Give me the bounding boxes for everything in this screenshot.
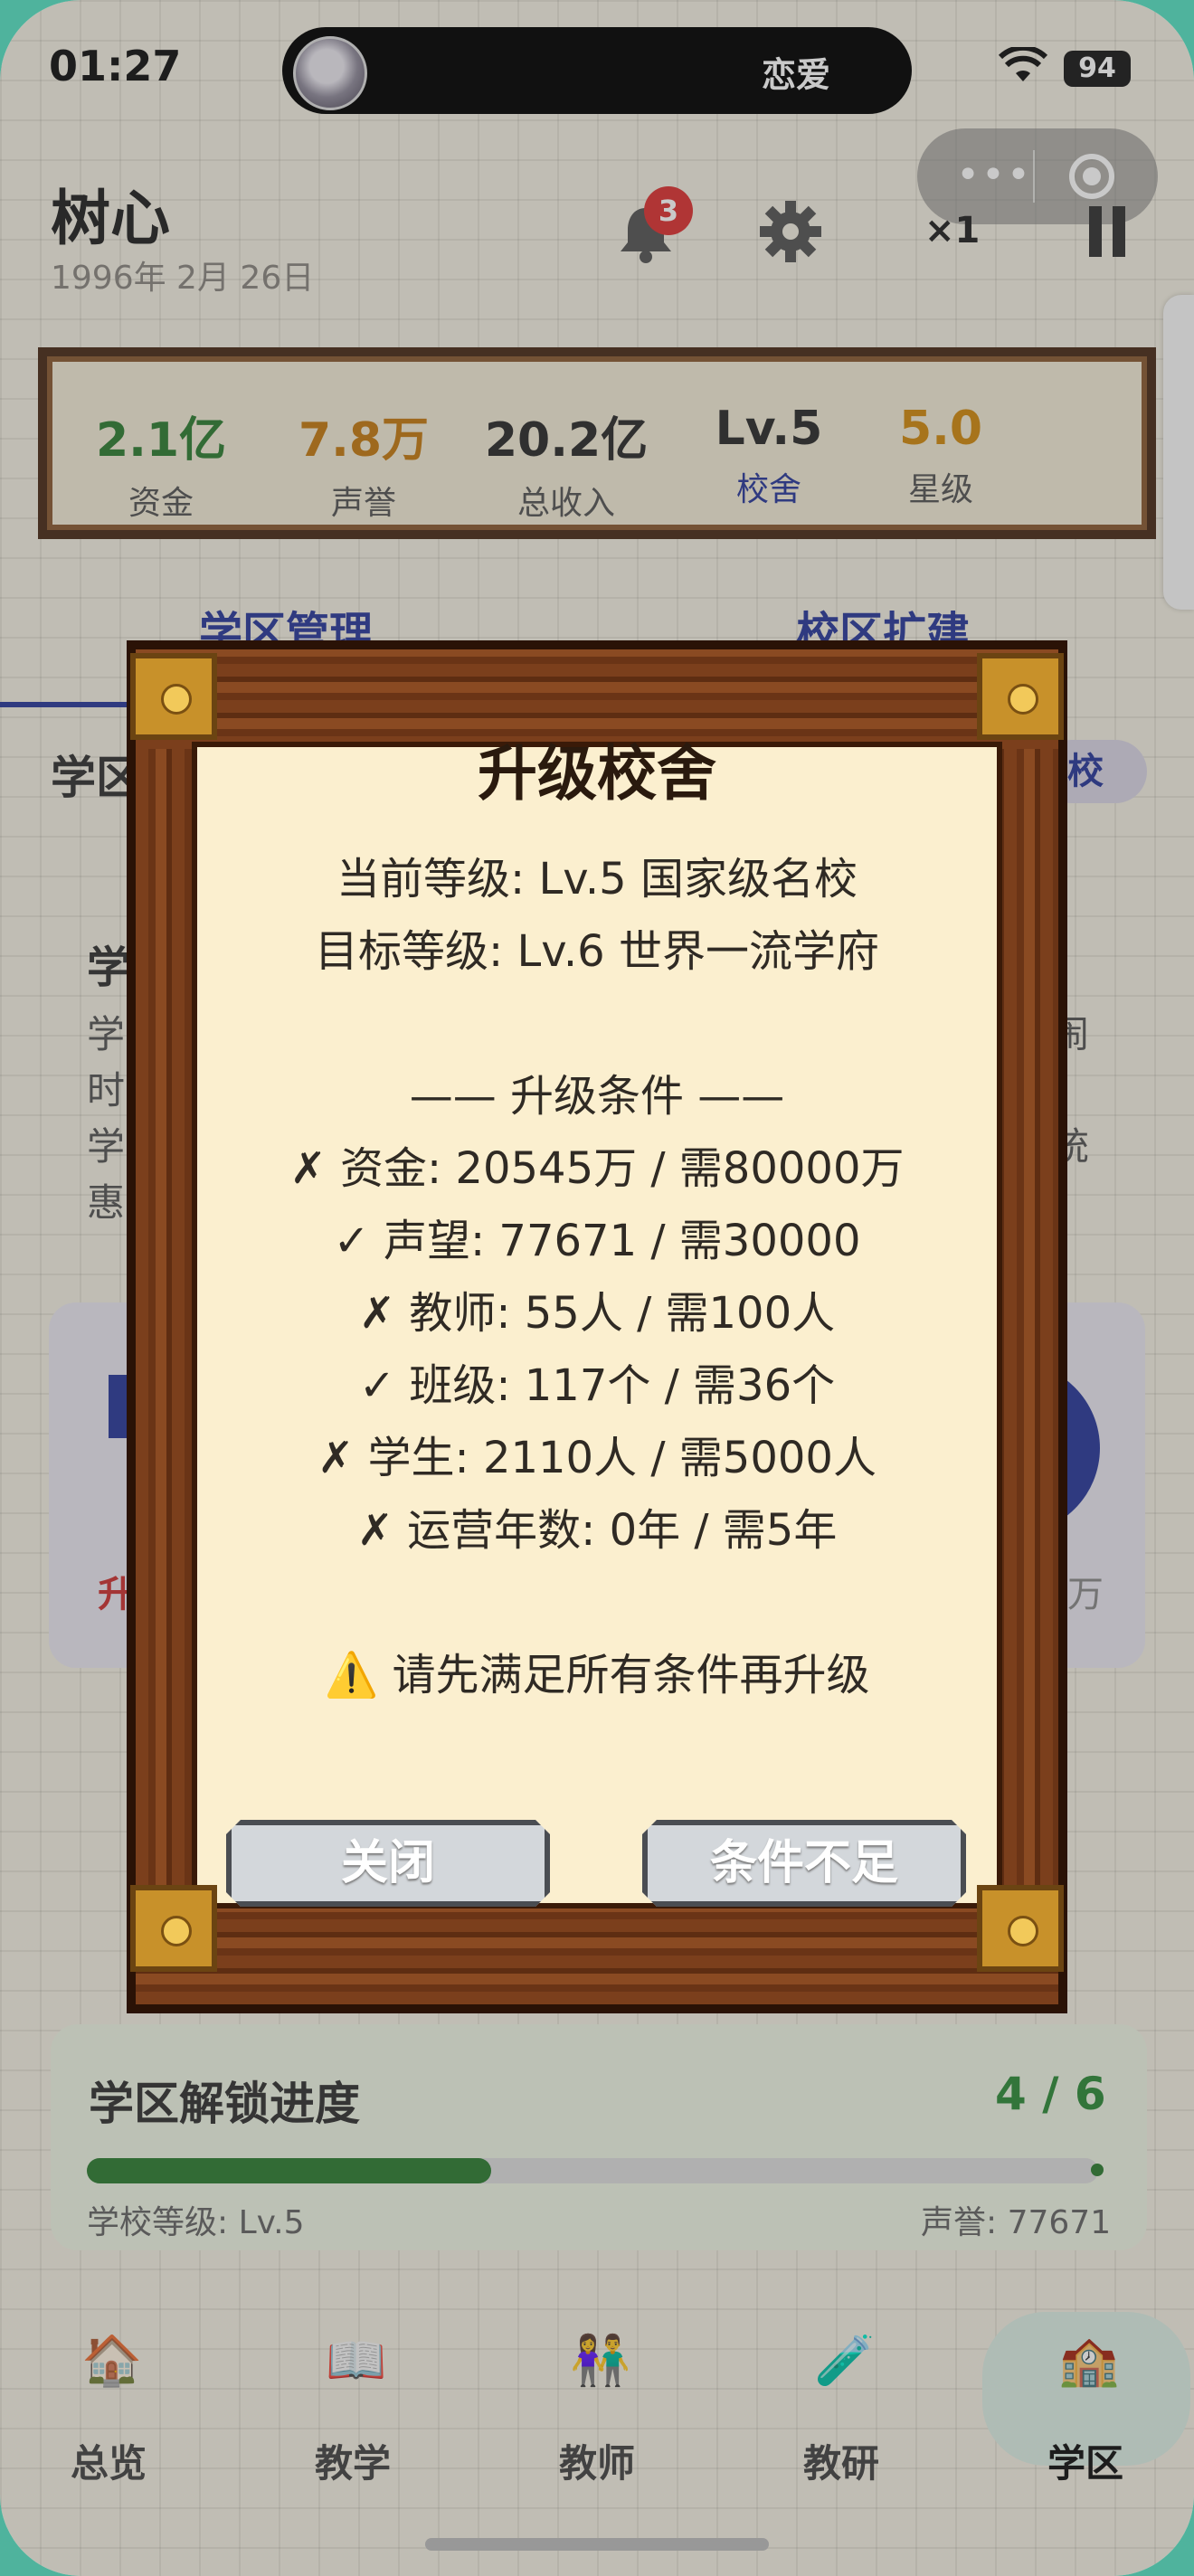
condition-teachers: ✗ 教师: 55人 / 需100人 xyxy=(358,1288,836,1339)
condition-students: ✗ 学生: 2110人 / 需5000人 xyxy=(317,1433,877,1483)
close-button[interactable]: 关闭 xyxy=(226,1820,550,1907)
current-level: 当前等级: Lv.5 国家级名校 xyxy=(336,854,858,904)
insufficient-conditions-button[interactable]: 条件不足 xyxy=(642,1820,966,1907)
upgrade-building-modal: 升级校舍 当前等级: Lv.5 国家级名校 目标等级: Lv.6 世界一流学府 … xyxy=(127,640,1067,2013)
modal-title: 升级校舍 xyxy=(478,739,716,809)
conditions-header: —— 升级条件 —— xyxy=(409,1071,785,1122)
condition-classes: ✓ 班级: 117个 / 需36个 xyxy=(358,1360,836,1411)
condition-years: ✗ 运营年数: 0年 / 需5年 xyxy=(356,1505,838,1556)
target-level: 目标等级: Lv.6 世界一流学府 xyxy=(315,926,879,977)
corner-ornament xyxy=(977,1885,1064,1972)
warning-message: ⚠️ 请先满足所有条件再升级 xyxy=(324,1650,870,1700)
wood-frame-bottom xyxy=(136,1905,1058,2004)
corner-ornament xyxy=(130,1885,217,1972)
condition-reputation: ✓ 声望: 77671 / 需30000 xyxy=(333,1216,861,1266)
app-screen: 01:27 恋爱 94 ••• 树心 1996年 2月 26日 3 ×1 2.1… xyxy=(0,0,1194,2576)
condition-funds: ✗ 资金: 20545万 / 需80000万 xyxy=(289,1143,905,1194)
